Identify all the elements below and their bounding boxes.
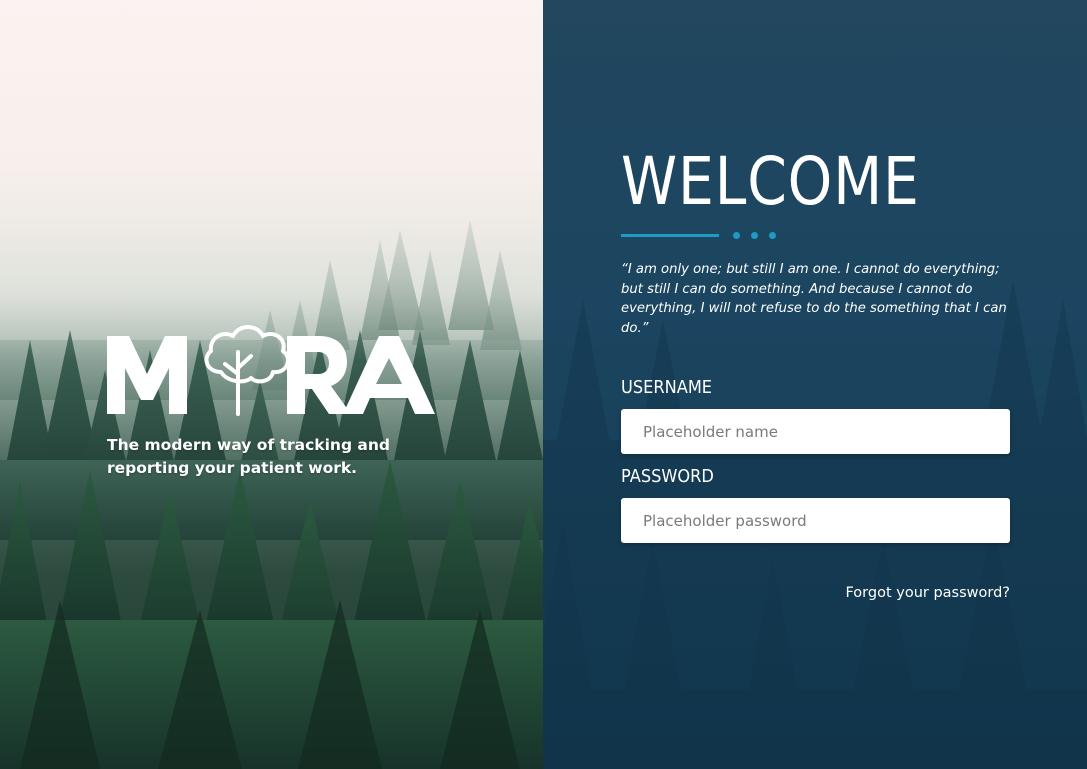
divider-dot [733, 232, 740, 239]
brand-block: The modern way of tracking and reporting… [107, 322, 447, 480]
quote-text: “I am only one; but still I am one. I ca… [621, 262, 1007, 336]
mora-logo [107, 325, 435, 416]
login-page: The modern way of tracking and reporting… [0, 0, 1087, 769]
username-input[interactable] [621, 409, 1010, 454]
forgot-password-link[interactable]: Forgot your password? [621, 583, 1010, 603]
login-panel: WELCOME “I am only one; but still I am o… [543, 0, 1087, 769]
divider-line [621, 234, 719, 237]
fog-overlay [0, 0, 543, 360]
username-label: USERNAME [621, 377, 713, 398]
login-form: WELCOME “I am only one; but still I am o… [621, 140, 1011, 603]
password-input[interactable] [621, 498, 1010, 543]
brand-tagline: The modern way of tracking and reporting… [107, 436, 391, 477]
divider-dot [751, 232, 758, 239]
title-divider [621, 230, 791, 240]
divider-dot [769, 232, 776, 239]
welcome-title: WELCOME [621, 143, 920, 220]
password-label: PASSWORD [621, 466, 714, 487]
tree-icon [204, 325, 290, 416]
hero-panel: The modern way of tracking and reporting… [0, 0, 543, 769]
